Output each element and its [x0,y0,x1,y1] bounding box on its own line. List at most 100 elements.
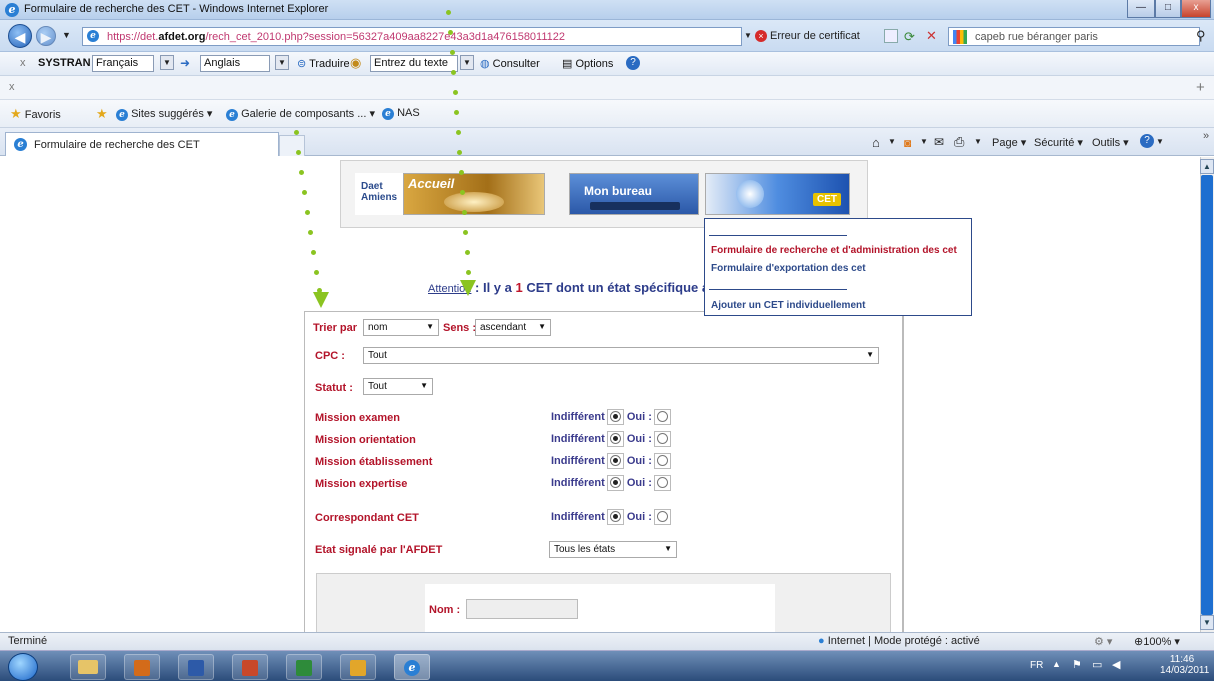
network-icon[interactable]: ▭ [1092,658,1102,671]
suggested-sites-link[interactable]: e Sites suggérés ▾ [116,107,212,121]
sort-select[interactable]: nom ▼ [363,319,439,336]
options-button[interactable]: ▤ Options [562,57,613,70]
tools-menu[interactable]: Outils ▾ [1092,136,1129,149]
indifferent-radio[interactable] [609,455,621,466]
cpc-label: CPC : [315,350,345,362]
close-button[interactable]: x [1181,0,1211,18]
maximize-button[interactable]: □ [1155,0,1181,18]
cet-nav-button[interactable]: CET [705,173,850,215]
status-select[interactable]: Tout ▼ [363,378,433,395]
explorer-taskbar-icon[interactable] [70,654,106,680]
consult-button[interactable]: ◍ Consulter [480,57,540,70]
start-button[interactable] [8,653,38,681]
protected-mode-icon[interactable]: ⚙ ▾ [1094,635,1112,648]
security-menu[interactable]: Sécurité ▾ [1034,136,1083,149]
indifferent-radio[interactable] [609,477,621,488]
mon-bureau-nav-button[interactable]: Mon bureau [569,173,699,215]
menu-item-recherche[interactable]: Formulaire de recherche et d'administrat… [711,245,957,256]
language-indicator[interactable]: FR [1030,660,1043,671]
clock[interactable]: 11:46 14/03/2011 [1160,654,1210,676]
tab-active[interactable]: e Formulaire de recherche des CET [5,132,279,156]
attention-link[interactable]: Attention [428,283,471,295]
search-input[interactable]: capeb rue béranger paris [948,27,1200,46]
indifferent-radio[interactable] [609,433,621,444]
oui-radio[interactable] [656,477,668,488]
mail-icon[interactable]: ✉ [934,135,944,149]
taskbar: e FR ▲ ⚑ ▭ ◀ 11:46 14/03/2011 [0,650,1214,681]
oui-radio[interactable] [656,511,668,522]
clock-date: 14/03/2011 [1160,665,1210,676]
help-icon[interactable]: ? [626,56,640,70]
new-tab-button[interactable] [279,135,305,156]
accueil-nav-button[interactable]: Accueil [403,173,545,215]
refresh-icon[interactable]: ⟳ [904,29,915,45]
order-select[interactable]: ascendant ▼ [475,319,551,336]
powerpoint-taskbar-icon[interactable] [232,654,268,680]
cert-error-label: Erreur de certificat [770,30,860,42]
forward-button[interactable]: ▶ [36,26,56,46]
indifferent-radio[interactable] [609,511,621,522]
speaker-icon[interactable]: ◀ [1112,658,1120,671]
rss-icon[interactable]: ◙ [904,136,911,150]
url-dropdown-icon[interactable]: ▼ [744,31,752,40]
name-label: Nom : [429,604,461,616]
cpc-select[interactable]: Tout ▼ [363,347,879,364]
source-lang-dropdown-icon[interactable]: ▼ [160,55,174,70]
flag-icon[interactable]: ⚑ [1072,658,1082,671]
indifferent-radio[interactable] [609,411,621,422]
oui-radio[interactable] [656,411,668,422]
excel-taskbar-icon[interactable] [286,654,322,680]
certificate-error[interactable]: × Erreur de certificat [755,27,880,46]
menu-item-exportation[interactable]: Formulaire d'exportation des cet [711,263,866,274]
menu-item-ajouter[interactable]: Ajouter un CET individuellement [711,300,865,311]
translate-button[interactable]: ⊜ Traduire [297,57,350,70]
search-icon[interactable]: ⚲ [1196,28,1206,44]
target-lang-dropdown-icon[interactable]: ▼ [275,55,289,70]
nas-link[interactable]: e NAS [382,107,420,120]
history-dropdown-icon[interactable]: ▼ [62,30,71,40]
stop-icon[interactable]: ✕ [926,28,937,44]
rss-dropdown-icon[interactable]: ▼ [920,137,928,146]
gallery-link[interactable]: e Galerie de composants ... ▾ [226,107,375,121]
back-button[interactable]: ◀ [8,24,32,48]
print-dropdown-icon[interactable]: ▼ [974,137,982,146]
add-favorite-icon[interactable]: ★ [96,106,108,122]
consult-icon: ◍ [480,58,490,70]
outlook-taskbar-icon[interactable] [340,654,376,680]
word-taskbar-icon[interactable] [178,654,214,680]
scroll-up-button[interactable]: ▲ [1200,159,1214,174]
etat-select[interactable]: Tous les états ▼ [549,541,677,558]
oui-radio[interactable] [656,433,668,444]
security-zone[interactable]: ● Internet | Mode protégé : activé [818,635,980,647]
scroll-down-button[interactable]: ▼ [1200,615,1214,630]
text-dropdown-icon[interactable]: ▼ [460,55,474,70]
add-toolbar-button[interactable]: + [1196,79,1205,96]
oui-radio[interactable] [656,455,668,466]
help-menu-icon[interactable]: ? [1140,134,1154,148]
home-dropdown-icon[interactable]: ▼ [888,137,896,146]
scroll-thumb[interactable] [1201,175,1213,615]
toolbar-close-button[interactable]: x [9,81,15,93]
compat-view-icon[interactable] [884,29,898,43]
target-language-select[interactable]: Anglais [200,55,270,72]
name-input[interactable] [466,599,578,619]
ie-taskbar-icon[interactable]: e [394,654,430,680]
favorites-button[interactable]: ★ Favoris [10,106,61,122]
sort-label: Trier par [313,322,358,334]
magnifier-icon: ⊕ [1134,636,1144,648]
source-language-select[interactable]: Français [92,55,154,72]
more-commands[interactable]: » [1203,130,1209,142]
minimize-button[interactable]: — [1127,0,1155,18]
url-input[interactable]: e https://det.afdet.org/rech_cet_2010.ph… [82,27,742,46]
media-taskbar-icon[interactable] [124,654,160,680]
systran-close-button[interactable]: x [20,57,26,69]
tray-expand-icon[interactable]: ▲ [1052,659,1061,669]
cet-label: CET [813,193,841,206]
page-menu[interactable]: Page ▾ [992,136,1026,149]
home-icon[interactable]: ⌂ [872,135,880,150]
print-icon[interactable]: ⎙ [954,134,964,150]
secondary-toolbar: x + [0,76,1214,100]
help-dropdown-icon[interactable]: ▼ [1156,137,1164,146]
zoom-level[interactable]: ⊕100% ▾ [1134,635,1180,648]
text-input[interactable]: Entrez du texte [370,55,458,72]
